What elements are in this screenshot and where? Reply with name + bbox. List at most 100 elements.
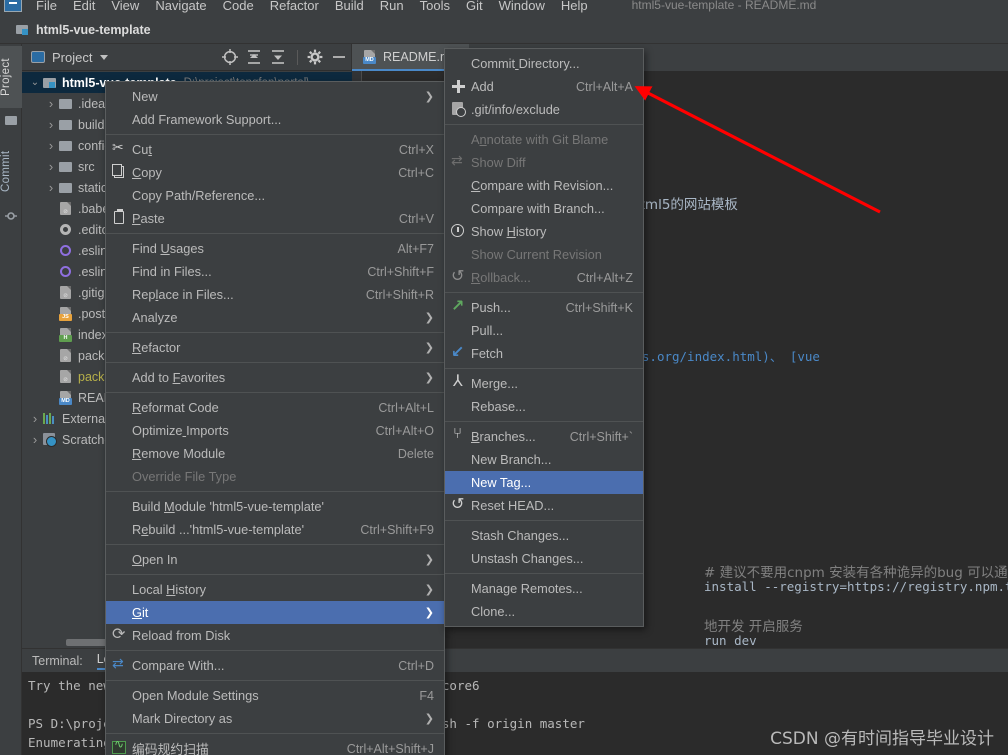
menu-separator bbox=[106, 680, 444, 681]
git-submenu-item[interactable]: Stash Changes... bbox=[445, 524, 643, 547]
git-submenu-item[interactable]: Merge... bbox=[445, 371, 643, 395]
context-menu-item[interactable]: Open Module Settings F4 bbox=[106, 684, 444, 707]
context-menu-item[interactable]: Add Framework Support... bbox=[106, 108, 444, 131]
menu-item-label: New Branch... bbox=[471, 452, 552, 467]
chevron-right-icon[interactable]: › bbox=[44, 117, 58, 132]
git-submenu-item[interactable]: Fetch bbox=[445, 342, 643, 365]
context-menu-item[interactable]: Compare With... Ctrl+D bbox=[106, 654, 444, 677]
menu-git[interactable]: Git bbox=[458, 0, 491, 15]
menu-icon-slot bbox=[445, 547, 471, 570]
context-menu-item[interactable]: Refactor ❯ bbox=[106, 336, 444, 359]
context-menu-item[interactable]: New ❯ bbox=[106, 85, 444, 108]
context-menu-item[interactable]: Mark Directory as ❯ bbox=[106, 707, 444, 730]
context-menu-item[interactable]: Analyze ❯ bbox=[106, 306, 444, 329]
git-submenu-item[interactable]: Manage Remotes... bbox=[445, 577, 643, 600]
app-logo-icon bbox=[4, 0, 22, 12]
menu-navigate[interactable]: Navigate bbox=[147, 0, 214, 15]
menu-window[interactable]: Window bbox=[491, 0, 553, 15]
sidebar-item-project[interactable]: Project bbox=[0, 46, 22, 108]
menu-build[interactable]: Build bbox=[327, 0, 372, 15]
git-submenu-item[interactable]: Show History bbox=[445, 220, 643, 243]
diff-icon bbox=[445, 151, 471, 174]
menu-separator bbox=[445, 124, 643, 125]
git-submenu-item[interactable]: Clone... bbox=[445, 600, 643, 623]
locate-icon[interactable] bbox=[219, 46, 241, 68]
context-menu-item[interactable]: 编码规约扫描 Ctrl+Alt+Shift+J bbox=[106, 737, 444, 755]
git-submenu-item[interactable]: Compare with Revision... bbox=[445, 174, 643, 197]
chevron-right-icon[interactable]: › bbox=[28, 411, 42, 426]
menu-file[interactable]: File bbox=[28, 0, 65, 15]
chevron-right-icon[interactable]: › bbox=[44, 138, 58, 153]
git-submenu-item[interactable]: Commit Directory... bbox=[445, 52, 643, 75]
git-submenu-item[interactable]: Unstash Changes... bbox=[445, 547, 643, 570]
menu-item-label: Reload from Disk bbox=[132, 628, 231, 643]
git-submenu-item[interactable]: Add Ctrl+Alt+A bbox=[445, 75, 643, 98]
git-submenu-item[interactable]: New Tag... bbox=[445, 471, 643, 494]
expand-all-icon[interactable] bbox=[243, 46, 265, 68]
git-submenu-item[interactable]: .git/info/exclude bbox=[445, 98, 643, 121]
git-submenu-item[interactable]: Push... Ctrl+Shift+K bbox=[445, 296, 643, 319]
chevron-down-icon[interactable]: ⌄ bbox=[28, 77, 42, 88]
git-submenu-item[interactable]: Branches... Ctrl+Shift+` bbox=[445, 425, 643, 448]
menu-item-label: Merge... bbox=[471, 376, 518, 391]
menu-item-label: Mark Directory as bbox=[132, 711, 233, 726]
git-submenu[interactable]: Commit Directory... Add Ctrl+Alt+A .git/inf… bbox=[444, 48, 644, 627]
menu-help[interactable]: Help bbox=[553, 0, 596, 15]
chevron-right-icon[interactable]: › bbox=[44, 180, 58, 195]
menu-separator bbox=[445, 573, 643, 574]
context-menu-item[interactable]: Reload from Disk bbox=[106, 624, 444, 647]
context-menu-item[interactable]: Git ❯ bbox=[106, 601, 444, 624]
chevron-down-icon[interactable] bbox=[100, 54, 109, 60]
context-menu-item[interactable]: Open In ❯ bbox=[106, 548, 444, 571]
context-menu-item[interactable]: Find in Files... Ctrl+Shift+F bbox=[106, 260, 444, 283]
sidebar-item-commit[interactable]: Commit bbox=[0, 140, 22, 202]
minimize-icon[interactable] bbox=[328, 46, 350, 68]
menu-separator bbox=[106, 134, 444, 135]
compare-icon bbox=[106, 654, 132, 677]
git-submenu-item[interactable]: New Branch... bbox=[445, 448, 643, 471]
context-menu-item[interactable]: Remove Module Delete bbox=[106, 442, 444, 465]
breadcrumb[interactable]: html5-vue-template bbox=[36, 23, 151, 37]
menu-edit[interactable]: Edit bbox=[65, 0, 103, 15]
context-menu-item[interactable]: Find Usages Alt+F7 bbox=[106, 237, 444, 260]
context-menu[interactable]: New ❯ Add Framework Support... Cut Ctrl+X Cop… bbox=[105, 81, 445, 755]
chevron-right-icon[interactable]: › bbox=[44, 96, 58, 111]
menu-item-label: Clone... bbox=[471, 604, 516, 619]
commit-icon bbox=[5, 210, 17, 222]
scissors-icon bbox=[106, 138, 132, 161]
context-menu-item[interactable]: Optimize Imports Ctrl+Alt+O bbox=[106, 419, 444, 442]
menu-icon-slot bbox=[106, 601, 132, 624]
menu-tools[interactable]: Tools bbox=[412, 0, 458, 15]
collapse-all-icon[interactable] bbox=[267, 46, 289, 68]
chevron-right-icon[interactable]: › bbox=[28, 432, 42, 447]
context-menu-item[interactable]: Reformat Code Ctrl+Alt+L bbox=[106, 396, 444, 419]
context-menu-item[interactable]: Paste Ctrl+V bbox=[106, 207, 444, 230]
menu-code[interactable]: Code bbox=[215, 0, 262, 15]
menu-item-label: Reset HEAD... bbox=[471, 498, 555, 513]
context-menu-item[interactable]: Rebuild ...'html5-vue-template' Ctrl+Shif… bbox=[106, 518, 444, 541]
git-submenu-item[interactable]: Compare with Branch... bbox=[445, 197, 643, 220]
gear-icon[interactable] bbox=[304, 46, 326, 68]
menu-refactor[interactable]: Refactor bbox=[262, 0, 327, 15]
folder-icon bbox=[58, 180, 73, 195]
context-menu-item[interactable]: Build Module 'html5-vue-template' bbox=[106, 495, 444, 518]
git-submenu-item: Annotate with Git Blame bbox=[445, 128, 643, 151]
context-menu-item[interactable]: Copy Ctrl+C bbox=[106, 161, 444, 184]
context-menu-item[interactable]: Local History ❯ bbox=[106, 578, 444, 601]
menu-view[interactable]: View bbox=[103, 0, 147, 15]
eslint-icon bbox=[58, 243, 73, 258]
menu-icon-slot bbox=[445, 448, 471, 471]
folder-icon bbox=[58, 117, 73, 132]
git-submenu-item[interactable]: Reset HEAD... bbox=[445, 494, 643, 517]
menu-item-label: Replace in Files... bbox=[132, 287, 234, 302]
navigation-bar[interactable]: html5-vue-template bbox=[0, 16, 1008, 44]
git-submenu-item[interactable]: Rebase... bbox=[445, 395, 643, 418]
context-menu-item[interactable]: Copy Path/Reference... bbox=[106, 184, 444, 207]
chevron-right-icon[interactable]: › bbox=[44, 159, 58, 174]
menu-separator bbox=[445, 292, 643, 293]
git-submenu-item[interactable]: Pull... bbox=[445, 319, 643, 342]
context-menu-item[interactable]: Replace in Files... Ctrl+Shift+R bbox=[106, 283, 444, 306]
menu-run[interactable]: Run bbox=[372, 0, 412, 15]
context-menu-item[interactable]: Add to Favorites ❯ bbox=[106, 366, 444, 389]
context-menu-item[interactable]: Cut Ctrl+X bbox=[106, 138, 444, 161]
